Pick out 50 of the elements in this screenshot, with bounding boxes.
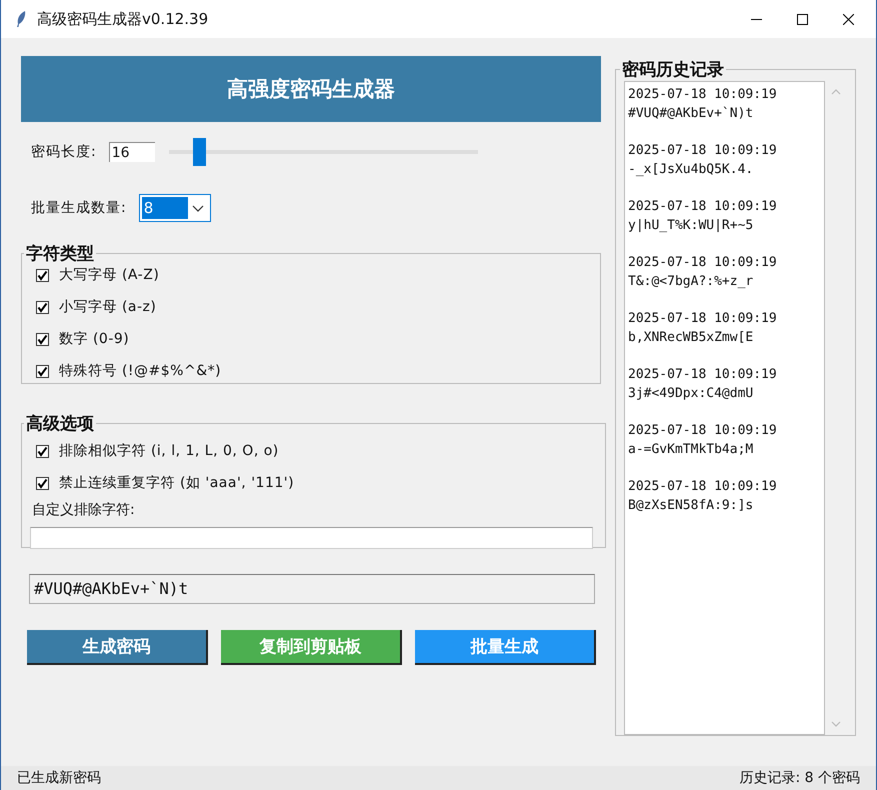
batch-label: 批量生成数量: — [31, 199, 127, 217]
batch-dropdown[interactable]: 8 — [138, 194, 211, 222]
history-time: 2025-07-18 10:09:19 — [628, 86, 778, 104]
length-label: 密码长度: — [31, 143, 97, 161]
custom-exclude-field[interactable] — [30, 527, 593, 549]
slider-thumb[interactable] — [193, 138, 206, 166]
window-title: 高级密码生成器v0.12.39 — [37, 10, 208, 28]
checkbox[interactable] — [36, 300, 49, 314]
history-password: a-=GvKmTMkTb4a;M — [628, 440, 754, 458]
feather-icon — [15, 10, 27, 28]
chevron-down-icon — [192, 204, 204, 212]
history-time: 2025-07-18 10:09:19 — [628, 310, 778, 328]
group-title: 密码历史记录 — [621, 59, 725, 81]
group-title: 高级选项 — [25, 413, 95, 435]
history-time: 2025-07-18 10:09:19 — [628, 422, 778, 440]
checkbox-label: 小写字母 (a-z) — [59, 298, 156, 316]
history-time: 2025-07-18 10:09:19 — [628, 142, 778, 160]
history-password: y|hU_T%K:WU|R+~5 — [628, 216, 754, 234]
banner-title: 高强度密码生成器 — [227, 76, 395, 103]
maximize-icon[interactable] — [797, 14, 808, 24]
history-password: B@zXsEN58fA:9:]s — [628, 496, 754, 514]
close-icon[interactable] — [843, 14, 854, 24]
history-time: 2025-07-18 10:09:19 — [628, 478, 778, 496]
status-text: 已生成新密码 — [17, 769, 101, 787]
history-password: 3j#<49Dpx:C4@dmU — [628, 384, 754, 402]
action-button[interactable]: 复制到剪贴板 — [221, 630, 402, 665]
history-password: b,XNRecWB5xZmw[E — [628, 328, 754, 346]
history-time: 2025-07-18 10:09:19 — [628, 366, 778, 384]
checkbox-label: 排除相似字符 (i, l, 1, L, 0, O, o) — [59, 442, 279, 460]
checkbox[interactable] — [36, 364, 49, 378]
group-title: 字符类型 — [25, 243, 95, 265]
history-password: -_x[JsXu4bQ5K.4. — [628, 160, 754, 178]
history-time: 2025-07-18 10:09:19 — [628, 254, 778, 272]
history-password: T&:@<7bgA?:%+z_r — [628, 272, 754, 290]
custom-exclude-label: 自定义排除字符: — [32, 501, 136, 519]
checkbox[interactable] — [36, 332, 49, 346]
history-time: 2025-07-18 10:09:19 — [628, 198, 778, 216]
checkbox[interactable] — [36, 268, 49, 282]
length-field[interactable]: 16 — [108, 142, 155, 162]
checkbox[interactable] — [36, 444, 49, 458]
checkbox-label: 大写字母 (A-Z) — [59, 266, 160, 284]
action-button[interactable]: 批量生成 — [415, 630, 596, 665]
action-button[interactable]: 生成密码 — [27, 630, 208, 665]
checkbox-label: 特殊符号 (!@#$%^&*) — [59, 362, 222, 380]
password-field[interactable]: #VUQ#@AKbEv+`N)t — [29, 574, 595, 604]
checkbox[interactable] — [36, 476, 49, 490]
checkbox-label: 禁止连续重复字符 (如 'aaa', '111') — [59, 474, 294, 492]
checkbox-label: 数字 (0-9) — [59, 330, 130, 348]
history-password: #VUQ#@AKbEv+`N)t — [628, 104, 754, 122]
history-count: 历史记录: 8 个密码 — [739, 769, 860, 787]
